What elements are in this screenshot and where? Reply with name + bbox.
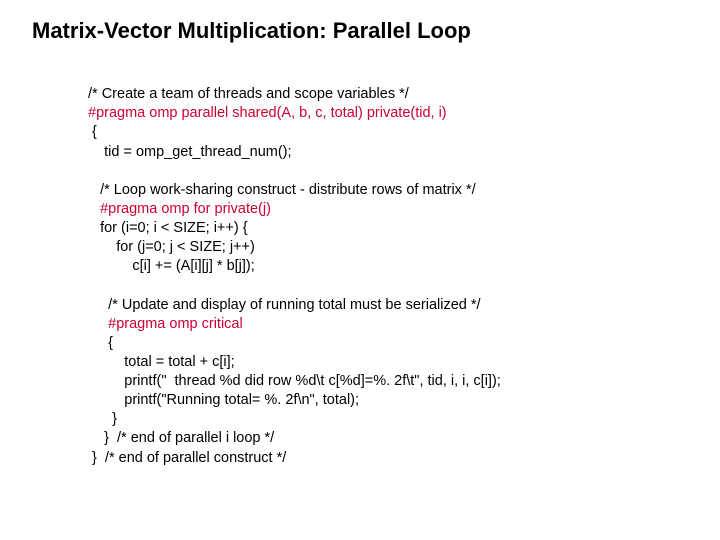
code-line: } /* end of parallel construct */ [88, 450, 286, 466]
code-block: /* Create a team of threads and scope va… [32, 66, 688, 468]
slide: Matrix-Vector Multiplication: Parallel L… [0, 0, 720, 492]
code-line: for (j=0; j < SIZE; j++) [88, 239, 255, 255]
code-line: { [88, 335, 113, 351]
code-line: c[i] += (A[i][j] * b[j]); [88, 258, 255, 274]
slide-title: Matrix-Vector Multiplication: Parallel L… [32, 18, 688, 44]
code-line: /* Create a team of threads and scope va… [88, 86, 409, 102]
code-line: printf("Running total= %. 2f\n", total); [88, 392, 359, 408]
pragma-line: #pragma omp critical [88, 316, 243, 332]
code-line: } /* end of parallel i loop */ [88, 430, 274, 446]
code-line: /* Loop work-sharing construct - distrib… [88, 182, 476, 198]
code-line: { [88, 124, 97, 140]
pragma-line: #pragma omp for private(j) [88, 201, 271, 217]
code-line: for (i=0; i < SIZE; i++) { [88, 220, 248, 236]
code-line: tid = omp_get_thread_num(); [88, 144, 292, 160]
code-line: printf(" thread %d did row %d\t c[%d]=%.… [88, 373, 501, 389]
pragma-line: #pragma omp parallel shared(A, b, c, tot… [88, 105, 447, 121]
code-line: /* Update and display of running total m… [88, 297, 481, 313]
code-line: total = total + c[i]; [88, 354, 235, 370]
code-line: } [88, 411, 117, 427]
